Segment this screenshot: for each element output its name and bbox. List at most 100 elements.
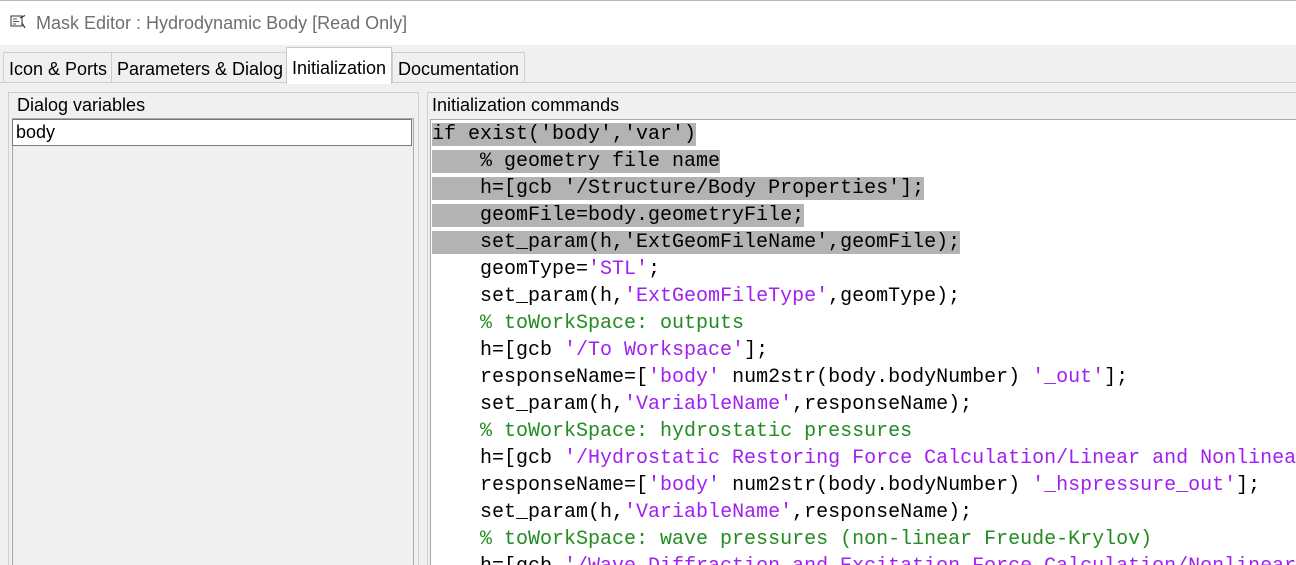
- code-line: h=[gcb '/Structure/Body Properties'];: [432, 175, 925, 202]
- code-string: '/Hydrostatic Restoring Force Calculatio…: [564, 447, 1296, 470]
- code-token: ];: [1104, 366, 1129, 389]
- code-line: set_param(h,'VariableName',responseName)…: [432, 499, 972, 526]
- code-line: h=[gcb '/To Workspace'];: [432, 337, 768, 364]
- code-string: '/To Workspace': [564, 339, 745, 362]
- code-token: ,geomType);: [828, 285, 961, 308]
- tab-initialization[interactable]: Initialization: [286, 47, 393, 84]
- code-line: h=[gcb '/Wave Diffraction and Excitation…: [432, 553, 1296, 565]
- code-string: 'body': [648, 474, 721, 497]
- code-token: ];: [1236, 474, 1261, 497]
- tab-bar-divider: [0, 82, 1296, 83]
- code-line: % toWorkSpace: wave pressures (non-linea…: [432, 526, 1152, 553]
- initialization-code-editor[interactable]: if exist('body','var') % geometry file n…: [430, 119, 1296, 565]
- window-title: Mask Editor : Hydrodynamic Body [Read On…: [36, 13, 408, 33]
- code-token: geomType=: [480, 258, 589, 281]
- code-line: set_param(h,'ExtGeomFileName',geomFile);: [432, 229, 961, 256]
- code-string: 'VariableName': [624, 501, 793, 524]
- code-string: 'VariableName': [624, 393, 793, 416]
- code-comment: % toWorkSpace: wave pressures (non-linea…: [480, 528, 1153, 551]
- code-line-content: h=[gcb '/To Workspace'];: [432, 339, 768, 362]
- code-line-content: h=[gcb '/Structure/Body Properties'];: [432, 177, 925, 200]
- code-line: geomFile=body.geometryFile;: [432, 202, 805, 229]
- dialog-variables-label: Dialog variables: [17, 95, 146, 115]
- code-line: % geometry file name: [432, 148, 721, 175]
- code-line-content: set_param(h,'ExtGeomFileType',geomType);: [432, 285, 960, 308]
- code-line: set_param(h,'VariableName',responseName)…: [432, 391, 972, 418]
- code-line: responseName=['body' num2str(body.bodyNu…: [432, 472, 1260, 499]
- code-line-content: set_param(h,'ExtGeomFileName',geomFile);: [432, 231, 961, 254]
- code-token: h=[gcb '/Structure/Body Properties'];: [480, 177, 925, 200]
- code-string: '/Wave Diffraction and Excitation Force …: [564, 555, 1296, 565]
- code-line: geomType='STL';: [432, 256, 660, 283]
- initialization-commands-label: Initialization commands: [432, 95, 620, 115]
- code-line-content: h=[gcb '/Hydrostatic Restoring Force Cal…: [432, 447, 1296, 470]
- code-token: set_param(h,'ExtGeomFileName',geomFile);: [480, 231, 961, 254]
- code-line-content: % toWorkSpace: wave pressures (non-linea…: [432, 528, 1152, 551]
- code-string: 'body': [648, 366, 721, 389]
- code-line-content: geomFile=body.geometryFile;: [432, 204, 805, 227]
- code-line-content: set_param(h,'VariableName',responseName)…: [432, 501, 972, 524]
- code-comment: % toWorkSpace: hydrostatic pressures: [480, 420, 913, 443]
- code-token: h=[gcb: [480, 555, 564, 565]
- code-token: % geometry file name: [480, 150, 721, 173]
- code-token: ];: [744, 339, 769, 362]
- code-token: ,responseName);: [792, 501, 973, 524]
- panel-splitter[interactable]: [419, 92, 427, 565]
- code-string: '_out': [1032, 366, 1105, 389]
- code-token: responseName=[: [480, 474, 649, 497]
- code-line-content: h=[gcb '/Wave Diffraction and Excitation…: [432, 555, 1296, 565]
- code-line-content: set_param(h,'VariableName',responseName)…: [432, 393, 972, 416]
- title-bar: Mask Editor : Hydrodynamic Body [Read On…: [0, 0, 1296, 45]
- code-line-content: geomType='STL';: [432, 258, 660, 281]
- code-line: responseName=['body' num2str(body.bodyNu…: [432, 364, 1128, 391]
- code-string: '_hspressure_out': [1032, 474, 1237, 497]
- mask-editor-icon: [10, 15, 26, 29]
- code-token: ;: [648, 258, 661, 281]
- mask-editor-window: Mask Editor : Hydrodynamic Body [Read On…: [0, 0, 1296, 565]
- code-token: h=[gcb: [480, 339, 565, 362]
- code-line-content: responseName=['body' num2str(body.bodyNu…: [432, 366, 1128, 389]
- dialog-variables-list[interactable]: [12, 118, 414, 565]
- code-token: set_param(h,: [480, 501, 625, 524]
- dialog-variable-item[interactable]: body: [12, 119, 412, 146]
- code-line: if exist('body','var'): [432, 121, 697, 148]
- code-comment: % toWorkSpace: outputs: [480, 312, 745, 335]
- code-token: set_param(h,: [480, 285, 625, 308]
- code-line-content: if exist('body','var'): [432, 123, 697, 146]
- code-token: responseName=[: [480, 366, 649, 389]
- code-string: 'STL': [588, 258, 649, 281]
- code-token: set_param(h,: [480, 393, 625, 416]
- code-token: h=[gcb: [480, 447, 565, 470]
- code-token: if exist('body','var'): [432, 123, 697, 146]
- code-line-content: responseName=['body' num2str(body.bodyNu…: [432, 474, 1260, 497]
- code-string: 'ExtGeomFileType': [624, 285, 829, 308]
- code-token: num2str(body.bodyNumber): [720, 366, 1033, 389]
- tab-parameters-dialog[interactable]: Parameters & Dialog: [111, 52, 290, 82]
- code-token: num2str(body.bodyNumber): [720, 474, 1033, 497]
- code-token: ,responseName);: [792, 393, 973, 416]
- code-line: set_param(h,'ExtGeomFileType',geomType);: [432, 283, 960, 310]
- code-line: % toWorkSpace: hydrostatic pressures: [432, 418, 912, 445]
- code-line: % toWorkSpace: outputs: [432, 310, 744, 337]
- code-token: geomFile=body.geometryFile;: [480, 204, 805, 227]
- tab-documentation[interactable]: Documentation: [392, 52, 526, 82]
- code-line-content: % toWorkSpace: hydrostatic pressures: [432, 420, 912, 443]
- tab-icon-ports[interactable]: Icon & Ports: [3, 52, 114, 82]
- code-line-content: % geometry file name: [432, 150, 721, 173]
